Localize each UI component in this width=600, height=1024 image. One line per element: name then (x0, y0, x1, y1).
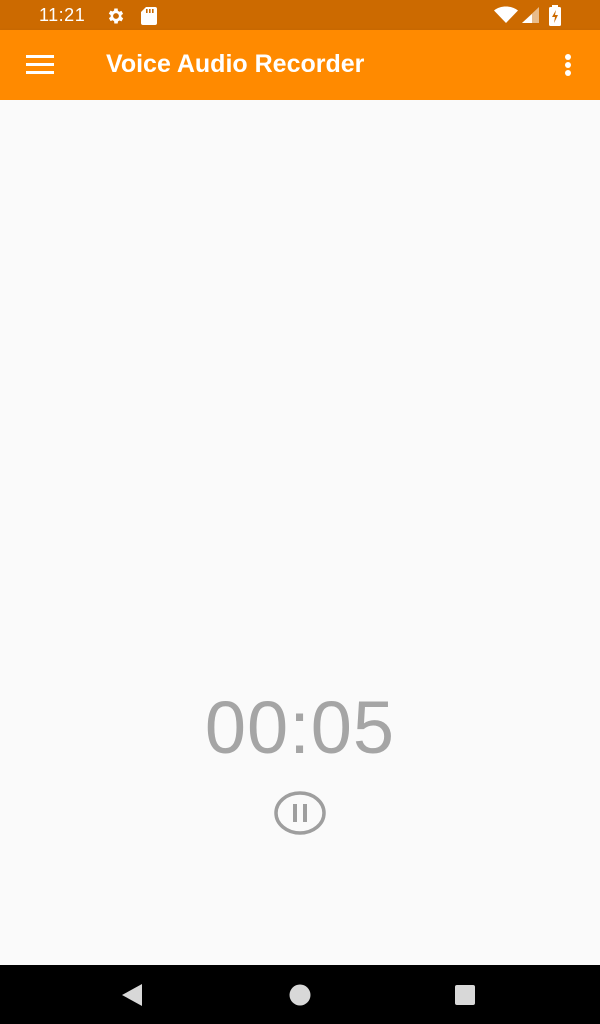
sd-card-icon (141, 7, 157, 25)
app-bar: Voice Audio Recorder (0, 30, 600, 100)
back-icon[interactable] (118, 982, 146, 1008)
overflow-menu-button[interactable] (553, 45, 583, 85)
hamburger-menu-icon (26, 55, 54, 74)
wifi-icon (494, 6, 518, 23)
status-time: 11:21 (39, 5, 86, 25)
recents-icon[interactable] (453, 983, 477, 1007)
overflow-menu-icon (565, 54, 571, 76)
home-icon[interactable] (287, 983, 313, 1007)
battery-charging-icon (549, 5, 561, 26)
elapsed-timer: 00:05 (204, 686, 396, 769)
pause-icon (274, 791, 326, 835)
settings-gear-icon (108, 8, 124, 24)
cell-signal-icon (522, 7, 539, 23)
app-title: Voice Audio Recorder (106, 50, 365, 78)
recorder-panel: 00:05 (0, 100, 600, 965)
menu-button[interactable] (20, 45, 60, 85)
system-nav-bar (0, 965, 600, 1024)
pause-button[interactable] (273, 790, 327, 836)
status-bar: 11:21 (0, 0, 600, 30)
